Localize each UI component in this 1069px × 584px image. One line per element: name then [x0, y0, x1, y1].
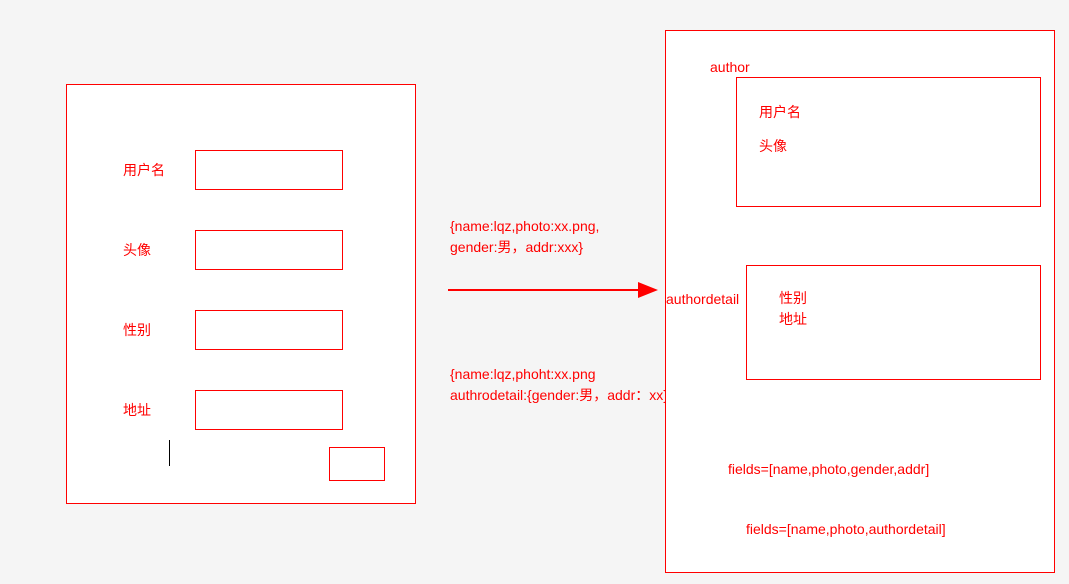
json-example-flat: {name:lqz,photo:xx.png, gender:男，addr:xx… — [450, 216, 599, 258]
fields-list-flat: fields=[name,photo,gender,addr] — [728, 461, 929, 477]
authordetail-label: authordetail — [666, 291, 739, 307]
input-gender[interactable] — [195, 310, 343, 350]
label-avatar: 头像 — [115, 240, 195, 260]
input-address[interactable] — [195, 390, 343, 430]
author-field-avatar: 头像 — [759, 130, 1040, 164]
authordetail-box: 性别 地址 — [746, 265, 1041, 380]
form-row-address: 地址 — [115, 390, 343, 430]
cursor-mark — [169, 440, 170, 466]
json1-line1: {name:lqz,photo:xx.png, — [450, 216, 599, 237]
json-example-nested: {name:lqz,phoht:xx.png authrodetail:{gen… — [450, 364, 673, 406]
form-row-gender: 性别 — [115, 310, 343, 350]
label-username: 用户名 — [115, 160, 195, 180]
author-label: author — [710, 59, 750, 75]
json2-line1: {name:lqz,phoht:xx.png — [450, 364, 673, 385]
json2-line2: authrodetail:{gender:男，addr：xx}} — [450, 385, 673, 406]
label-address: 地址 — [115, 400, 195, 420]
authordetail-field-gender: 性别 — [779, 288, 1040, 309]
authordetail-field-address: 地址 — [779, 309, 1040, 330]
input-username[interactable] — [195, 150, 343, 190]
fields-list-nested: fields=[name,photo,authordetail] — [746, 521, 946, 537]
label-gender: 性别 — [115, 320, 195, 340]
form-row-username: 用户名 — [115, 150, 343, 190]
model-container: author 用户名 头像 authordetail 性别 地址 fields=… — [665, 30, 1055, 573]
form-container: 用户名 头像 性别 地址 — [66, 84, 416, 504]
arrow-icon — [448, 278, 658, 302]
input-avatar[interactable] — [195, 230, 343, 270]
json1-line2: gender:男，addr:xxx} — [450, 237, 599, 258]
author-field-username: 用户名 — [759, 96, 1040, 130]
author-box: 用户名 头像 — [736, 77, 1041, 207]
form-row-avatar: 头像 — [115, 230, 343, 270]
submit-button[interactable] — [329, 447, 385, 481]
